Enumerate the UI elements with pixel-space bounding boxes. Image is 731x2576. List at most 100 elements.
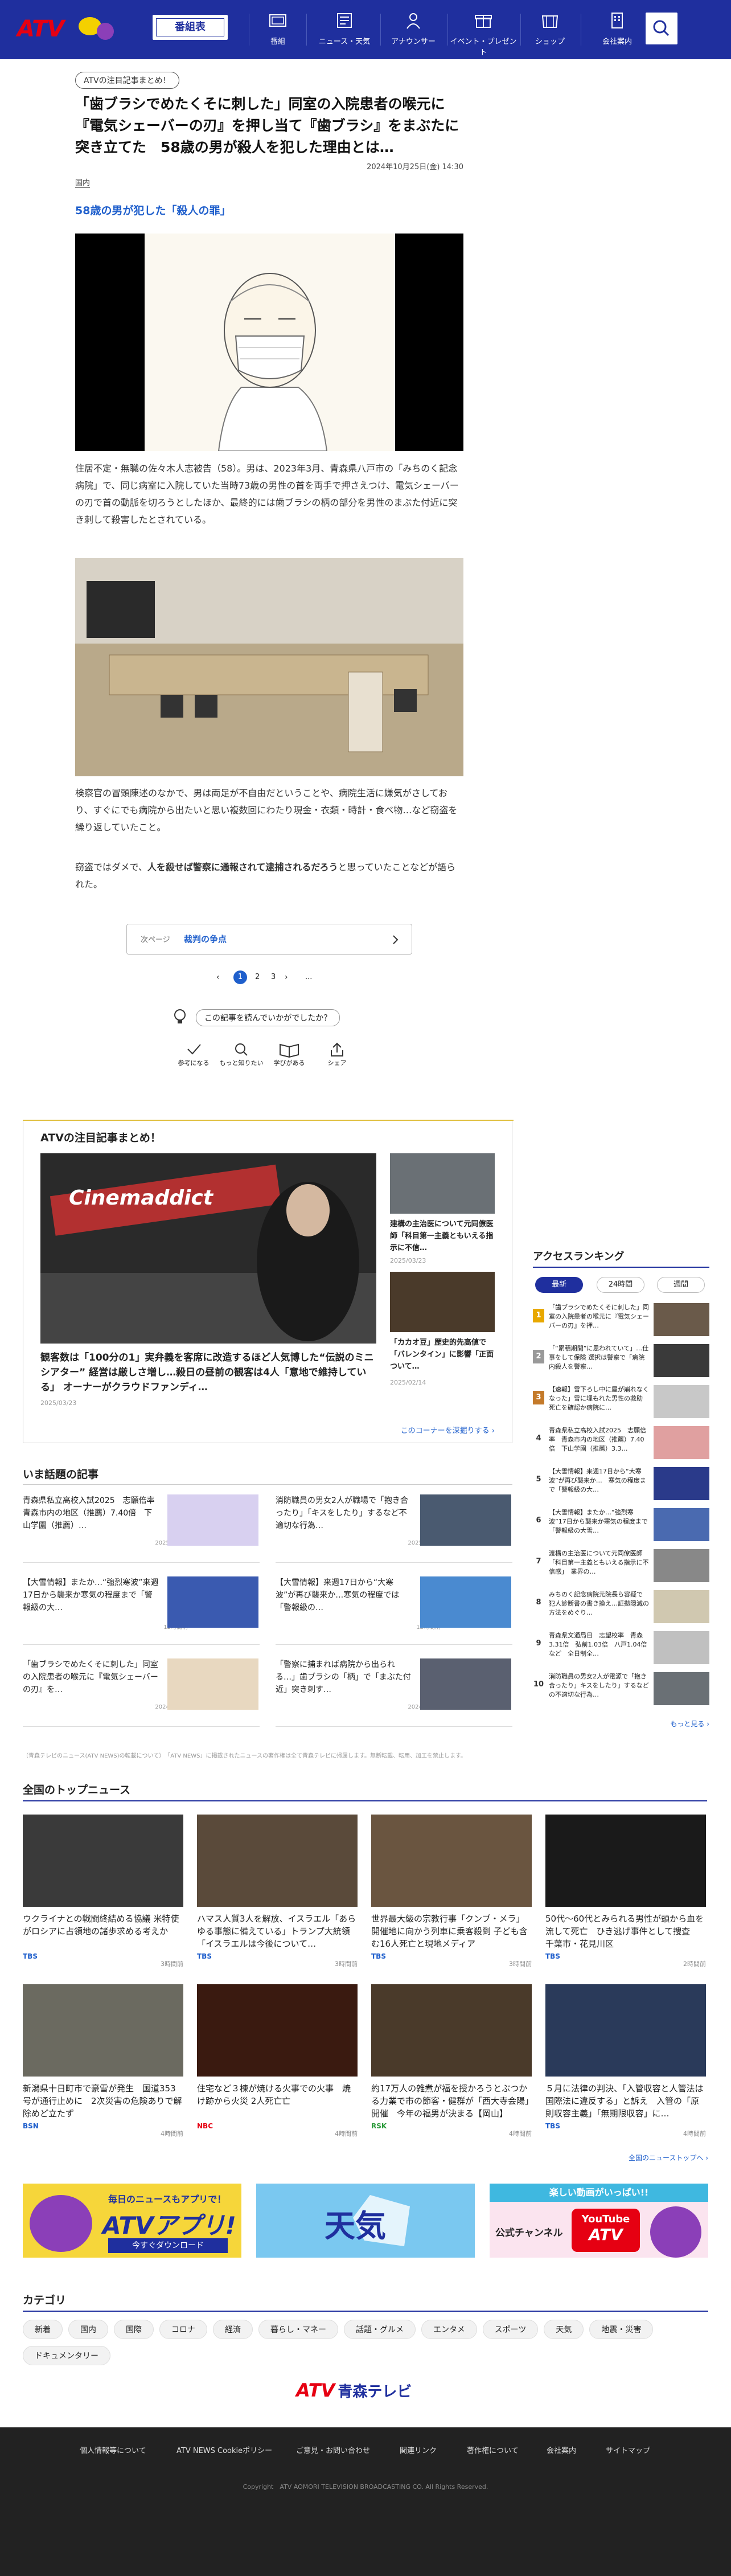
search-button[interactable] (646, 13, 677, 44)
mascot-image (650, 2206, 701, 2258)
ranking-item[interactable]: 1 「歯ブラシでめたくそに刺した」同室の入院患者の喉元に『電気シェーバーの刃』を押… (533, 1303, 709, 1346)
category-chip[interactable]: スポーツ (482, 2320, 539, 2339)
feature-side-image-2[interactable] (390, 1272, 495, 1332)
ranking-item[interactable]: 5 【大雪情報】来週17日から“大寒波”が再び襲来か… 寒気の程度まで「警報級の大… (533, 1467, 709, 1510)
footer-link[interactable]: 個人情報等について (80, 2444, 146, 2455)
ranking-number: 2 (533, 1350, 544, 1363)
top-news-card[interactable]: ウクライナとの戦闘終結める協議 米特使がロシアに占領地の諸歩求める考えか TBS 3… (23, 1815, 183, 1968)
reaction-learning[interactable]: 学びがある (266, 1041, 312, 1067)
top-news-card[interactable]: 50代〜60代とみられる男性が頭から血を流して死亡 ひき逃げ事件として捜査 千葉… (545, 1815, 706, 1968)
ranking-title: アクセスランキング (533, 1251, 625, 1263)
top-news-card[interactable]: 住宅など３棟が焼ける火事での火事 焼け跡から火災 2人死亡亡 NBC 4時間前 (197, 1984, 358, 2138)
hot-topic-item[interactable]: 【大雪情報】来週17日から“大寒波”が再び襲来か…寒気の程度では「警報級の…12… (276, 1576, 512, 1645)
ranking-number: 7 (536, 1557, 541, 1566)
ranking-number: 3 (533, 1391, 544, 1404)
ranking-item[interactable]: 6 【大雪情報】またか…“強烈寒波”17日から襲来か寒気の程度まで「警報級の大雪… (533, 1508, 709, 1551)
hot-topic-item[interactable]: 「歯ブラシでめたくそに刺した」同室の入院患者の喉元に『電気シェーバーの刃』を…2… (23, 1658, 260, 1727)
footer-link[interactable]: ATV NEWS Cookieポリシー (176, 2444, 272, 2455)
nav-item-event-present[interactable]: イベント・プレゼント (450, 8, 517, 57)
feature-main-image[interactable]: Cinemaddict (40, 1153, 376, 1344)
category-chip[interactable]: 国内 (68, 2320, 108, 2339)
shop-icon (541, 15, 558, 28)
category-chip[interactable]: コロナ (159, 2320, 207, 2339)
top-news-title: ５月に法律の判決、「入管収容と人管法は国際法に違反する」と訴え 入管の「原則収容… (545, 2083, 704, 2119)
top-news-heading: 全国のトップニュース (23, 1782, 707, 1801)
atv-logo[interactable]: ATV (17, 13, 120, 47)
category-chip[interactable]: 新着 (23, 2320, 63, 2339)
footer-link[interactable]: ご意見・お問い合わせ (296, 2444, 370, 2455)
footer-logo[interactable]: ATV 青森テレビ (296, 2380, 438, 2402)
nav-item-shop[interactable]: ショップ (521, 8, 578, 51)
feature-main-caption[interactable]: 観客数は「100分の1」実弁義を客席に改造するほど人気博した“伝説のミニシアター… (40, 1350, 376, 1395)
top-news-card[interactable]: ５月に法律の判決、「入管収容と人管法は国際法に違反する」と訴え 入管の「原則収容… (545, 1984, 706, 2138)
pager-ellipsis: ... (305, 973, 313, 981)
category-chip[interactable]: ドキュメンタリー (23, 2346, 110, 2365)
ranking-item[interactable]: 4 青森県私立高校入試2025 志願倍率 青森市内の地区（推薦）7.40倍 下山学… (533, 1426, 709, 1469)
nav-item-news-weather[interactable]: ニュース・天気 (315, 8, 373, 51)
youtube-banner[interactable]: 楽しい動画がいっぱい!! 公式チャンネル YouTube ATV (490, 2184, 708, 2258)
ranking-more-link[interactable]: もっと見る › (670, 1719, 709, 1729)
pager-page-3[interactable]: 3 (271, 973, 276, 981)
ranking-tab-week[interactable]: 週間 (657, 1277, 705, 1293)
pager-next[interactable]: › (285, 973, 288, 982)
article-tag[interactable]: ATVの注目記事まとめ！ (75, 72, 179, 89)
reaction-helpful[interactable]: 参考になる (171, 1041, 216, 1067)
ranking-item[interactable]: 7 渡構の主治医について元同僚医師「科目第一主義ともいえる指示に不信感」 業界の… (533, 1549, 709, 1592)
category-chip[interactable]: 国際 (114, 2320, 154, 2339)
nav-item-programs[interactable]: 番組 (249, 8, 306, 51)
nav-label: ニュース・天気 (318, 38, 371, 46)
category-chip[interactable]: 話題・グルメ (344, 2320, 416, 2339)
nav-divider (520, 14, 521, 46)
top-news-card[interactable]: 世界最大級の宗教行事「クンブ・メラ」開催地に向かう列車に乗客殺到 子ども含む16… (371, 1815, 532, 1968)
feature-side-title-1[interactable]: 建構の主治医について元同僚医師「科目第一主義ともいえる指示に不信… (390, 1218, 495, 1254)
category-chip[interactable]: 経済 (213, 2320, 253, 2339)
youtube-logo-text: YouTube (581, 2213, 630, 2225)
footer-link[interactable]: 会社案内 (547, 2444, 576, 2455)
pager-page-1[interactable]: 1 (233, 970, 247, 984)
next-page-button[interactable]: 次ページ 裁判の争点 (126, 924, 412, 955)
reaction-share[interactable]: シェア (314, 1041, 360, 1067)
program-guide-button[interactable]: 番組表 (153, 15, 228, 40)
hot-topic-item[interactable]: 【大雪情報】またか…“強烈寒波”来週17日から襲来か寒気の程度まで「警報級の大…… (23, 1576, 260, 1645)
category-chip[interactable]: 地震・災害 (589, 2320, 654, 2339)
ranking-item[interactable]: 8 みちのく記念病院元院長ら容疑で 犯人診断書の書き換え…証拠隠滅の方法をめぐり… (533, 1590, 709, 1633)
article-category[interactable]: 国内 (75, 177, 91, 188)
ranking-item[interactable]: 10 消防職員の男女2人が電源で「抱き合ったり」キスをしたり」するなどの不適切な行… (533, 1672, 709, 1715)
footer-link[interactable]: サイトマップ (606, 2444, 650, 2455)
category-chip[interactable]: 天気 (544, 2320, 584, 2339)
hot-topic-item[interactable]: 「警察に捕まれば病院から出られる…」歯ブラシの「柄」で「まぶた付近」突き刺す…2… (276, 1658, 512, 1727)
category-chip[interactable]: エンタメ (421, 2320, 477, 2339)
app-banner[interactable]: 毎日のニュースもアプリで！ ATVアプリ! 今すぐダウンロード (23, 2184, 241, 2258)
footer-link[interactable]: 関連リンク (400, 2444, 437, 2455)
top-news-card[interactable]: ハマス人質3人を解放、イスラエル「あらゆる事態に備えている」トランプ大統領「イス… (197, 1815, 358, 1968)
ranking-item[interactable]: 9 青森県文通局日 志望校率 青森3.31倍 弘前1.03倍 八戸1.04倍など … (533, 1631, 709, 1674)
category-chip[interactable]: 暮らし・マネー (258, 2320, 338, 2339)
pager-page-2[interactable]: 2 (255, 973, 260, 981)
feature-side-title-2[interactable]: 「カカオ豆」歴史的先高値で「バレンタイン」に影響「正面ついて… (390, 1337, 495, 1373)
top-news-thumbnail (371, 1815, 532, 1907)
ranking-tab-24h[interactable]: 24時間 (597, 1277, 644, 1293)
ranking-item[interactable]: 3 【速報】雪下ろし中に屋が崩れなくなった」雪に埋もれた男性の救助 死亡を確認か病… (533, 1385, 709, 1428)
ranking-item[interactable]: 2 「“累積期間”に思われていて」…仕事をして保険 選択は警察で「病院内殺人を警察… (533, 1344, 709, 1387)
nav-divider (306, 14, 307, 46)
footer-link[interactable]: 著作権について (467, 2444, 519, 2455)
nav-item-company[interactable]: 会社案内 (589, 8, 646, 51)
top-news-thumbnail (23, 1984, 183, 2077)
weather-banner[interactable]: 天気 (256, 2184, 475, 2258)
pager-prev[interactable]: ‹ (216, 973, 220, 982)
top-news-more-link[interactable]: 全国のニューストップへ › (629, 2153, 708, 2163)
ranking-tab-latest[interactable]: 最新 (535, 1277, 583, 1293)
para-emphasis: 人を殺せば警察に通報されて逮捕されるだろう (147, 862, 338, 873)
ranking-number: 1 (533, 1309, 544, 1322)
feature-side-image-1[interactable] (390, 1153, 495, 1214)
top-news-card[interactable]: 約17万人の雑煮が福を授かろうとぶつかる力業で市の節客・健群が「西大寺会陽」開催… (371, 1984, 532, 2138)
nav-item-announcer[interactable]: アナウンサー (384, 8, 443, 51)
hot-topic-item[interactable]: 消防職員の男女2人が職場で「抱き合ったり」「キスをしたり」するなど不適切な行為…… (276, 1494, 512, 1563)
hot-topic-item[interactable]: 青森県私立高校入試2025 志願倍率 青森市内の地区（推薦）7.40倍 下山学園… (23, 1494, 260, 1563)
ranking-number: 6 (536, 1516, 541, 1525)
site-header: ATV 番組表 番組 ニュース・天気 アナウンサー イベント・プレゼント ショッ… (0, 0, 731, 59)
reaction-want-more[interactable]: もっと知りたい (219, 1041, 264, 1067)
feature-side-date-1: 2025/03/23 (390, 1257, 426, 1264)
top-news-card[interactable]: 新潟県十日町市で豪雪が発生 国道353号が通行止めに 2次災害の危険ありで解除め… (23, 1984, 183, 2138)
feature-more-link[interactable]: このコーナーを深掘りする › (401, 1424, 495, 1435)
